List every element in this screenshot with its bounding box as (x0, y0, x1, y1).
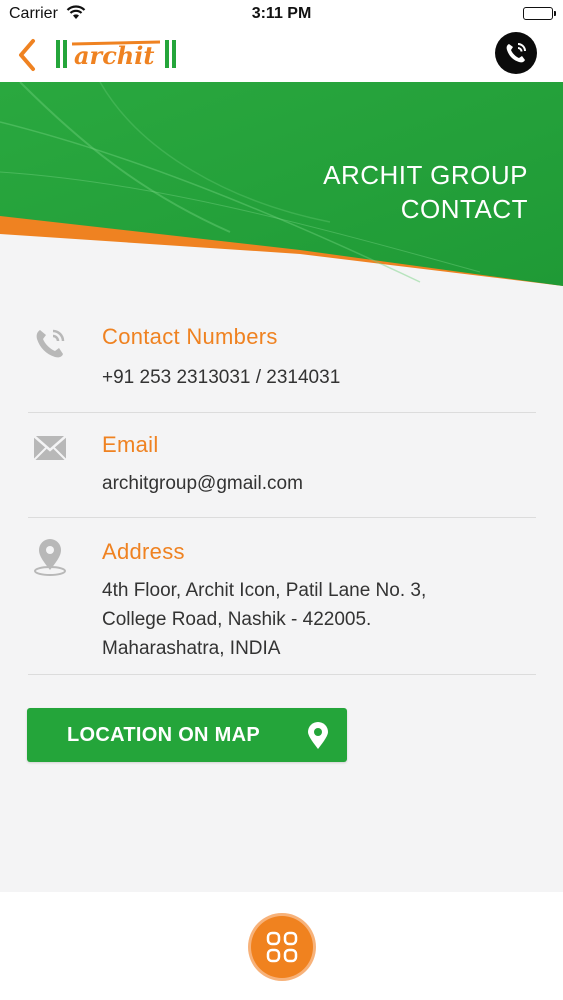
nav-bar: archit (0, 28, 563, 82)
bottom-bar (0, 892, 563, 1000)
menu-button[interactable] (251, 916, 313, 978)
location-on-map-label: LOCATION ON MAP (67, 724, 261, 746)
address-value: 4th Floor, Archit Icon, Patil Lane No. 3… (102, 576, 426, 663)
mail-icon (32, 433, 68, 468)
phone-call-icon (506, 43, 526, 63)
email-section: Email architgroup@gmail.com (28, 413, 536, 518)
header-banner: ARCHIT GROUP CONTACT (0, 82, 563, 292)
status-bar: Carrier 3:11 PM (0, 0, 563, 28)
location-on-map-button[interactable]: LOCATION ON MAP (27, 708, 347, 762)
grid-menu-icon (266, 931, 298, 963)
address-section: Address 4th Floor, Archit Icon, Patil La… (28, 518, 536, 675)
clock: 3:11 PM (251, 5, 312, 22)
contact-numbers-label: Contact Numbers (102, 324, 278, 349)
archit-logo: archit (52, 34, 182, 74)
battery-icon (523, 7, 556, 20)
location-pin-icon (32, 538, 68, 581)
chevron-left-icon (19, 39, 35, 71)
svg-text:archit: archit (74, 41, 154, 70)
call-button[interactable] (495, 32, 537, 74)
phone-icon (32, 326, 68, 367)
contact-numbers-section: Contact Numbers +91 253 2313031 / 231403… (28, 318, 536, 413)
banner-title-line1: ARCHIT GROUP (323, 160, 528, 190)
banner-title-line2: CONTACT (400, 194, 528, 224)
address-label: Address (102, 539, 185, 564)
address-line: 4th Floor, Archit Icon, Patil Lane No. 3… (102, 580, 427, 601)
banner-title: ARCHIT GROUP CONTACT (323, 158, 528, 226)
contact-numbers-value[interactable]: +91 253 2313031 / 2314031 (102, 363, 340, 392)
map-pin-icon (307, 722, 329, 755)
email-value[interactable]: architgroup@gmail.com (102, 469, 303, 498)
address-line: College Road, Nashik - 422005. (102, 609, 372, 630)
email-label: Email (102, 432, 159, 457)
back-button[interactable] (14, 38, 40, 72)
address-line: Maharashatra, INDIA (102, 638, 281, 659)
